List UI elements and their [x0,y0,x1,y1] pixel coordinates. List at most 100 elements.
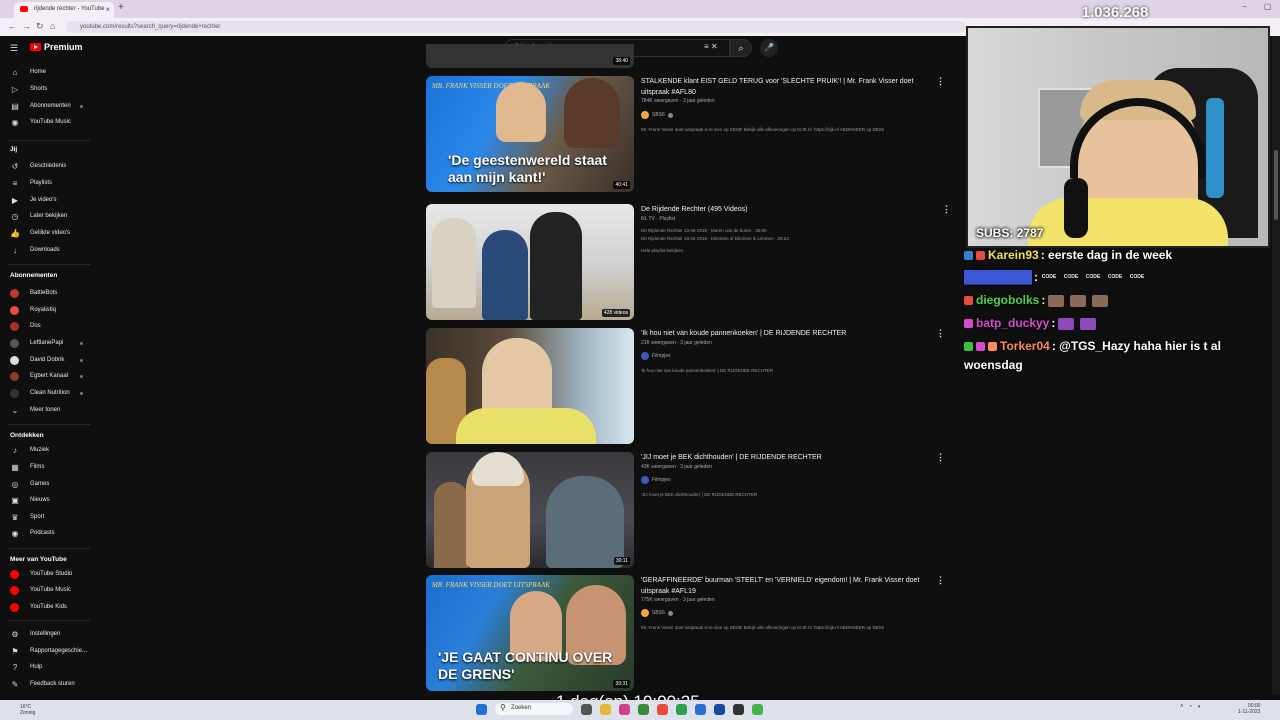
sidebar-item-abonnementen[interactable]: ▤ Abonnementen [0,100,96,114]
playlist-item[interactable]: De Rijdende Rechter 18-02-2015 - Klimmen… [641,236,941,241]
sidebar-section-heading[interactable]: Abonnementen [10,272,57,279]
chrome-icon[interactable] [676,703,687,715]
close-tab-icon[interactable]: × [105,5,110,14]
channel-link[interactable]: SBS6 [641,111,673,119]
sidebar-item-youtube-kids[interactable]: YouTube Kids [0,601,96,615]
thumbnail-person [496,82,546,142]
video-result[interactable]: 30:11 'JIJ moet je BEK dichthouden' | DE… [426,452,946,570]
view-full-playlist-link[interactable]: Hele playlist bekijken [641,248,941,253]
sidebar-section-heading[interactable]: Meer van YouTube [10,556,67,563]
sidebar-item-egbert-kanaal[interactable]: Egbert Kanaal [0,370,96,384]
sidebar-item-clean-nutrition[interactable]: Clean Nutrition [0,387,96,401]
home-browser-icon[interactable]: ⌂ [50,21,55,31]
playlist-title[interactable]: De Rijdende Rechter (495 Videos) [641,204,931,215]
taskbar-apps: Zoeken [476,703,763,715]
new-tab-icon[interactable]: + [118,2,124,13]
volume-icon[interactable]: ◖ [1197,704,1201,710]
video-title[interactable]: 'JIJ moet je BEK dichthouden' | DE RIJDE… [641,452,931,463]
video-thumbnail[interactable]: 38:40 [426,44,634,68]
taskbar-search[interactable]: Zoeken [495,703,573,715]
youtube-logo[interactable]: Premium [30,42,83,52]
video-title[interactable]: 'Ik hou niet van koude pannenkoeken' | D… [641,328,931,339]
video-result[interactable]: MR. FRANK VISSER DOET UITSPRAAK 'De gees… [426,76,946,194]
divider [8,548,90,549]
sidebar-item-sport[interactable]: ♛ Sport [0,511,96,525]
sidebar-item-youtube-studio[interactable]: YouTube Studio [0,568,96,582]
sidebar-item-youtube-music[interactable]: ◉ YouTube Music [0,116,96,130]
sidebar-item-later-bekijken[interactable]: ◷ Later bekijken [0,210,96,224]
sidebar-section-heading[interactable]: Jij [10,146,17,153]
sidebar-item-royalistiq[interactable]: Royalistiq [0,304,96,318]
maximize-icon[interactable]: ▢ [1264,2,1272,11]
video-title[interactable]: STALKENDE klant EIST GELD TERUG voor 'SL… [641,76,931,98]
video-title[interactable]: 'GERAFFINEERDE' buurman 'STEELT' en 'VER… [641,575,931,597]
more-options-icon[interactable]: ⋮ [936,328,945,339]
app-icon[interactable] [657,703,668,715]
more-options-icon[interactable]: ⋮ [936,76,945,87]
minimize-icon[interactable]: – [1242,2,1246,11]
app-icon[interactable] [695,703,706,715]
url-field[interactable]: youtube.com/results?search_query=rijdend… [66,21,966,33]
sidebar-item-geliikte-video-s[interactable]: 👍 Geliikte video's [0,227,96,241]
partial-result[interactable]: 38:40 [426,44,946,70]
sidebar-item-battlebots[interactable]: BattleBots [0,287,96,301]
menu-icon[interactable]: ☰ [10,43,18,54]
video-thumbnail[interactable]: 30:11 [426,452,634,568]
playlist-thumbnail[interactable]: 428 videos [426,204,634,320]
reload-icon[interactable]: ↻ [36,21,44,32]
app-icon[interactable] [714,703,725,715]
weather-widget[interactable]: 16°C Zonnig [20,704,35,716]
more-options-icon[interactable]: ⋮ [936,452,945,463]
sidebar-item-games[interactable]: ◎ Games [0,478,96,492]
sidebar-item-dos[interactable]: Dos [0,320,96,334]
playlist-result[interactable]: 428 videos De Rijdende Rechter (495 Vide… [426,204,951,322]
sidebar-item-leftlanepapi[interactable]: LeftlanePapi [0,337,96,351]
video-result[interactable]: MR. FRANK VISSER DOET UITSPRAAK 'JE GAAT… [426,575,946,693]
sidebar-item-david-dobrik[interactable]: David Dobrik [0,354,96,368]
app-icon[interactable] [733,703,744,715]
clock[interactable]: 00:00 1-11-2023 [1238,703,1260,715]
scrollbar-thumb[interactable] [1274,150,1278,220]
browser-tab[interactable]: rijdende rechter - YouTube × [14,2,114,18]
more-options-icon[interactable]: ⋮ [942,204,951,215]
task-view-icon[interactable] [581,703,592,715]
sidebar-item-feedback-sturen[interactable]: ✎ Feedback sturen [0,678,96,692]
sidebar-item-meer-tonen[interactable]: ⌄ Meer tonen [0,404,96,418]
video-thumbnail[interactable]: MR. FRANK VISSER DOET UITSPRAAK 'JE GAAT… [426,575,634,691]
more-options-icon[interactable]: ⋮ [936,575,945,586]
sidebar-item-playlists[interactable]: ≡ Playlists [0,177,96,191]
sidebar-item-youtube-music[interactable]: YouTube Music [0,584,96,598]
forward-icon[interactable]: → [22,21,31,31]
start-icon[interactable] [476,703,487,715]
app-icon[interactable] [752,703,763,715]
sidebar-item-muziek[interactable]: ♪ Muziek [0,444,96,458]
sidebar-section-heading[interactable]: Ontdekken [10,432,44,439]
video-thumbnail[interactable]: MR. FRANK VISSER DOET UITSPRAAK 'De gees… [426,76,634,192]
sidebar-item-geschiedenis[interactable]: ↺ Geschiedenis [0,160,96,174]
sidebar-item-home[interactable]: ⌂ Home [0,66,96,80]
video-thumbnail[interactable] [426,328,634,444]
sidebar-item-podcasts[interactable]: ◉ Podcasts [0,527,96,541]
sidebar-item-downloads[interactable]: ↓ Downloads [0,244,96,258]
channel-link[interactable]: Filmpjes [641,476,671,484]
chevron-up-icon[interactable]: ˄ [1180,704,1184,710]
chat-badge-icon [964,296,973,306]
sidebar-item-je-video-s[interactable]: ▶ Je video's [0,194,96,208]
channel-link[interactable]: SBS6 [641,609,673,617]
video-result[interactable]: 'Ik hou niet van koude pannenkoeken' | D… [426,328,946,446]
sidebar-item-hulp[interactable]: ? Hulp [0,661,96,675]
sidebar-item-label: Nieuws [30,497,50,503]
sidebar-item-rapportagegeschie[interactable]: ⚑ Rapportagegeschie... [0,645,96,659]
channel-link[interactable]: Filmpjes [641,352,671,360]
sidebar-item-shorts[interactable]: ▷ Shorts [0,83,96,97]
video-meta: 43K weergaven · 3 jaar geleden [641,464,712,470]
wifi-icon[interactable]: ◔ [1189,704,1193,710]
sidebar-item-films[interactable]: ▦ Films [0,461,96,475]
app-icon[interactable] [619,703,630,715]
file-explorer-icon[interactable] [600,703,611,715]
playlist-item[interactable]: De Rijdende Rechter 13-06-2015 - Muren v… [641,228,941,233]
sidebar-item-instellingen[interactable]: ⚙ Instellingen [0,628,96,642]
back-icon[interactable]: ← [8,21,17,31]
sidebar-item-nieuws[interactable]: ▣ Nieuws [0,494,96,508]
app-icon[interactable] [638,703,649,715]
